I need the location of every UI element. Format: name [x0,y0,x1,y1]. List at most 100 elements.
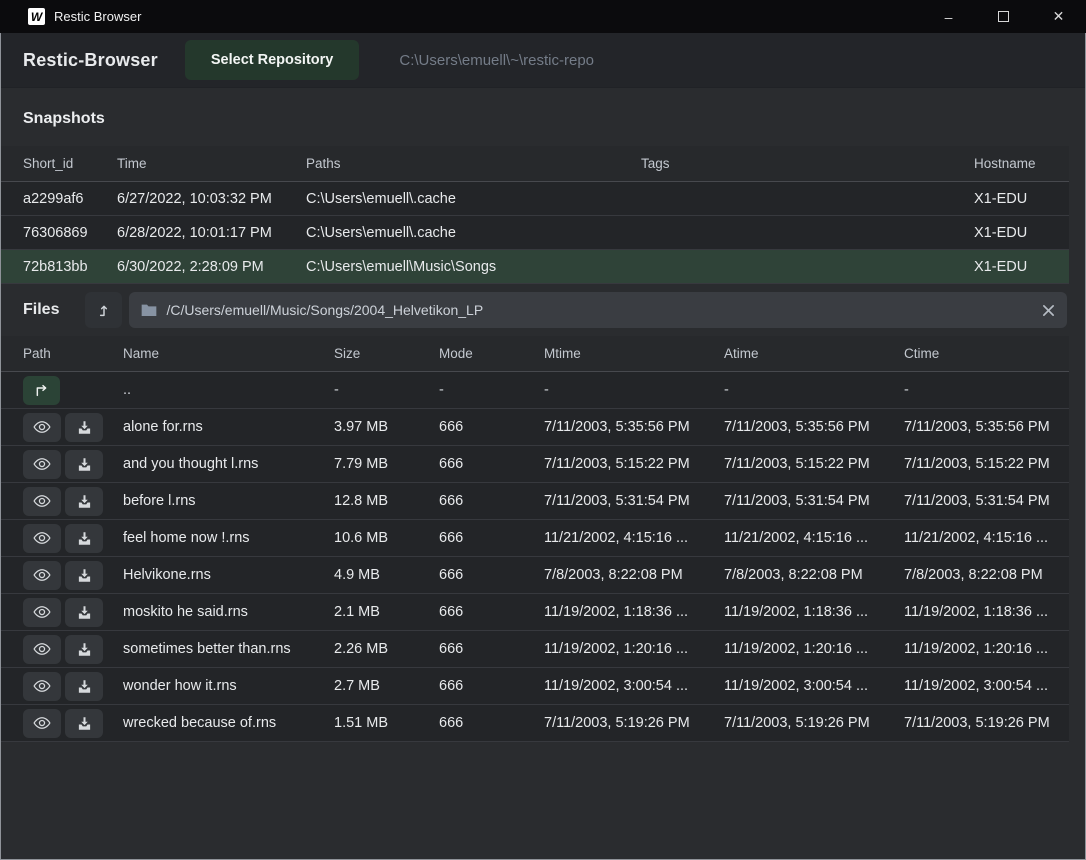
snapshots-table-body: a2299af6 6/27/2022, 10:03:32 PM C:\Users… [1,182,1069,284]
snapshots-heading: Snapshots [23,110,1063,128]
file-mode: 666 [439,493,544,509]
parent-mtime: - [544,382,724,398]
download-file-button[interactable] [65,672,103,701]
eye-icon [33,605,51,619]
file-mode: 666 [439,567,544,583]
return-arrow-icon [34,383,50,397]
file-name: alone for.rns [123,419,334,435]
eye-icon [33,420,51,434]
files-heading: Files [23,301,59,319]
eye-icon [33,642,51,656]
parent-directory-row: .. - - - - - [1,372,1069,409]
column-header-ctime: Ctime [904,346,1069,361]
snapshot-hostname: X1-EDU [974,259,1069,275]
snapshot-row[interactable]: a2299af6 6/27/2022, 10:03:32 PM C:\Users… [1,182,1069,216]
file-name: wrecked because of.rns [123,715,334,731]
snapshot-hostname: X1-EDU [974,191,1069,207]
download-file-button[interactable] [65,635,103,664]
files-table-body: alone for.rns 3.97 MB 666 7/11/2003, 5:3… [1,409,1069,742]
file-atime: 7/11/2003, 5:35:56 PM [724,419,904,435]
file-name: wonder how it.rns [123,678,334,694]
snapshot-row[interactable]: 72b813bb 6/30/2022, 2:28:09 PM C:\Users\… [1,250,1069,284]
column-header-mtime: Mtime [544,346,724,361]
file-atime: 11/19/2002, 1:18:36 ... [724,604,904,620]
file-ctime: 7/11/2003, 5:35:56 PM [904,419,1069,435]
file-atime: 7/8/2003, 8:22:08 PM [724,567,904,583]
file-atime: 7/11/2003, 5:19:26 PM [724,715,904,731]
column-header-tags: Tags [641,156,974,171]
clear-path-icon[interactable] [1042,304,1055,317]
file-name: sometimes better than.rns [123,641,334,657]
snapshot-paths: C:\Users\emuell\.cache [306,225,641,241]
level-up-button[interactable] [85,292,122,328]
file-row: wrecked because of.rns 1.51 MB 666 7/11/… [1,705,1069,742]
preview-file-button[interactable] [23,672,61,701]
file-ctime: 7/8/2003, 8:22:08 PM [904,567,1069,583]
snapshots-table-header: Short_id Time Paths Tags Hostname [1,146,1069,182]
preview-file-button[interactable] [23,487,61,516]
file-row: feel home now !.rns 10.6 MB 666 11/21/20… [1,520,1069,557]
preview-file-button[interactable] [23,561,61,590]
eye-icon [33,457,51,471]
preview-file-button[interactable] [23,598,61,627]
snapshot-row[interactable]: 76306869 6/28/2022, 10:01:17 PM C:\Users… [1,216,1069,250]
preview-file-button[interactable] [23,524,61,553]
preview-file-button[interactable] [23,450,61,479]
column-header-hostname: Hostname [974,156,1069,171]
minimize-icon[interactable]: – [921,0,976,33]
preview-file-button[interactable] [23,635,61,664]
file-atime: 7/11/2003, 5:15:22 PM [724,456,904,472]
file-mode: 666 [439,604,544,620]
file-mode: 666 [439,456,544,472]
header: Restic-Browser Select Repository C:\User… [1,33,1085,88]
download-file-button[interactable] [65,561,103,590]
download-file-button[interactable] [65,598,103,627]
file-ctime: 11/19/2002, 3:00:54 ... [904,678,1069,694]
file-name: before l.rns [123,493,334,509]
preview-file-button[interactable] [23,413,61,442]
file-size: 10.6 MB [334,530,439,546]
current-path-bar[interactable]: /C/Users/emuell/Music/Songs/2004_Helveti… [129,292,1067,328]
file-ctime: 11/21/2002, 4:15:16 ... [904,530,1069,546]
page-title: Restic-Browser [23,50,158,71]
eye-icon [33,531,51,545]
download-file-button[interactable] [65,709,103,738]
repository-path: C:\Users\emuell\~\restic-repo [399,52,594,69]
parent-size: - [334,382,439,398]
file-row: before l.rns 12.8 MB 666 7/11/2003, 5:31… [1,483,1069,520]
go-parent-directory-button[interactable] [23,376,60,405]
file-ctime: 7/11/2003, 5:19:26 PM [904,715,1069,731]
download-file-button[interactable] [65,450,103,479]
file-mtime: 7/11/2003, 5:35:56 PM [544,419,724,435]
file-atime: 11/21/2002, 4:15:16 ... [724,530,904,546]
snapshot-paths: C:\Users\emuell\.cache [306,191,641,207]
eye-icon [33,568,51,582]
eye-icon [33,679,51,693]
column-header-mode: Mode [439,346,544,361]
download-file-button[interactable] [65,487,103,516]
preview-file-button[interactable] [23,709,61,738]
file-ctime: 7/11/2003, 5:15:22 PM [904,456,1069,472]
file-mode: 666 [439,678,544,694]
download-icon [77,679,92,694]
file-mtime: 11/21/2002, 4:15:16 ... [544,530,724,546]
download-file-button[interactable] [65,524,103,553]
file-mtime: 11/19/2002, 1:18:36 ... [544,604,724,620]
select-repository-button[interactable]: Select Repository [185,40,360,80]
download-icon [77,605,92,620]
parent-atime: - [724,382,904,398]
download-icon [77,420,92,435]
column-header-name: Name [123,346,334,361]
file-mtime: 7/11/2003, 5:15:22 PM [544,456,724,472]
file-row: sometimes better than.rns 2.26 MB 666 11… [1,631,1069,668]
file-size: 2.1 MB [334,604,439,620]
window-controls: – ✕ [921,0,1086,33]
file-size: 2.7 MB [334,678,439,694]
file-mode: 666 [439,419,544,435]
file-atime: 7/11/2003, 5:31:54 PM [724,493,904,509]
download-file-button[interactable] [65,413,103,442]
snapshot-paths: C:\Users\emuell\Music\Songs [306,259,641,275]
maximize-icon[interactable] [976,0,1031,33]
app-window: W Restic Browser – ✕ Restic-Browser Sele… [0,0,1086,860]
close-icon[interactable]: ✕ [1031,0,1086,33]
